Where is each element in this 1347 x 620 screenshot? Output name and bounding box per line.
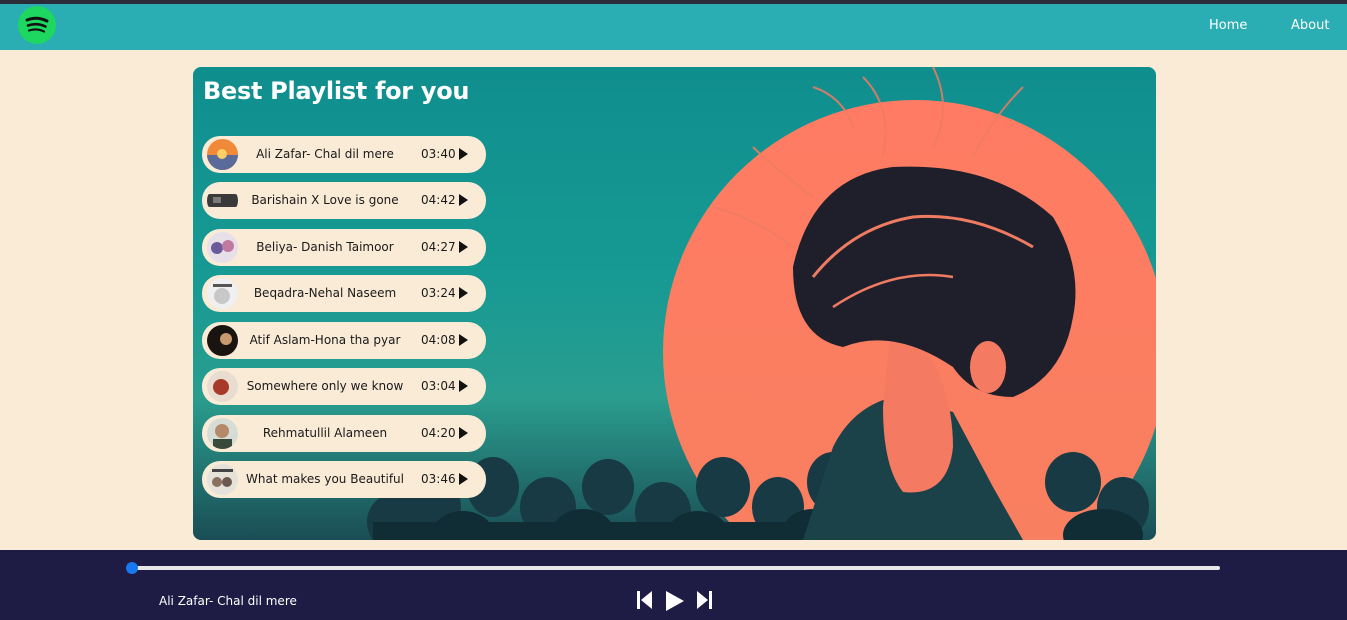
- play-icon[interactable]: [459, 380, 468, 392]
- song-title: Atif Aslam-Hona tha pyar: [249, 333, 401, 347]
- spotify-logo-icon[interactable]: [18, 6, 56, 44]
- progress-knob[interactable]: [126, 562, 138, 574]
- song-title: What makes you Beautiful: [246, 472, 404, 486]
- nav-home-link[interactable]: Home: [1209, 18, 1247, 33]
- song-duration: 03:46: [421, 472, 456, 486]
- song-cover: [207, 371, 238, 402]
- song-title: Ali Zafar- Chal dil mere: [256, 147, 394, 161]
- song-duration: 03:24: [421, 286, 456, 300]
- song-cover: [207, 464, 238, 495]
- play-icon[interactable]: [459, 287, 468, 299]
- song-title: Beqadra-Nehal Naseem: [253, 286, 397, 300]
- next-icon[interactable]: [696, 590, 713, 610]
- play-icon[interactable]: [459, 241, 468, 253]
- previous-icon[interactable]: [636, 590, 653, 610]
- song-item[interactable]: Ali Zafar- Chal dil mere 03:40: [202, 136, 486, 173]
- play-icon[interactable]: [459, 194, 468, 206]
- song-duration: 03:04: [421, 379, 456, 393]
- song-cover: [207, 325, 238, 356]
- song-duration: 04:27: [421, 240, 456, 254]
- song-cover: [207, 418, 238, 449]
- song-duration: 03:40: [421, 147, 456, 161]
- song-title: Somewhere only we know: [246, 379, 404, 393]
- song-cover: [207, 278, 238, 309]
- song-item[interactable]: Beliya- Danish Taimoor 04:27: [202, 229, 486, 266]
- song-title: Beliya- Danish Taimoor: [256, 240, 394, 254]
- song-duration: 04:20: [421, 426, 456, 440]
- song-duration: 04:42: [421, 193, 456, 207]
- nav-about-link[interactable]: About: [1291, 18, 1329, 33]
- song-cover: [207, 232, 238, 263]
- player-bar: Ali Zafar- Chal dil mere: [0, 550, 1347, 620]
- playlist-container: Best Playlist for you Ali Zafar- Chal di…: [193, 67, 1156, 540]
- song-item[interactable]: Somewhere only we know 03:04: [202, 368, 486, 405]
- song-cover: [207, 139, 238, 170]
- song-title: Rehmatullil Alameen: [262, 426, 388, 440]
- progress-slider[interactable]: [126, 562, 1220, 574]
- song-item[interactable]: Beqadra-Nehal Naseem 03:24: [202, 275, 486, 312]
- song-title: Barishain X Love is gone: [251, 193, 399, 207]
- play-icon[interactable]: [459, 334, 468, 346]
- play-icon[interactable]: [459, 148, 468, 160]
- play-icon[interactable]: [459, 473, 468, 485]
- play-icon[interactable]: [459, 427, 468, 439]
- now-playing-title: Ali Zafar- Chal dil mere: [159, 594, 297, 608]
- song-item[interactable]: Atif Aslam-Hona tha pyar 04:08: [202, 322, 486, 359]
- song-item[interactable]: What makes you Beautiful 03:46: [202, 461, 486, 498]
- play-icon[interactable]: [665, 590, 685, 612]
- playlist-heading: Best Playlist for you: [203, 77, 470, 105]
- song-duration: 04:08: [421, 333, 456, 347]
- song-item[interactable]: Barishain X Love is gone 04:42: [202, 182, 486, 219]
- song-cover: [207, 185, 238, 216]
- navbar: Home About: [0, 4, 1347, 50]
- song-item[interactable]: Rehmatullil Alameen 04:20: [202, 415, 486, 452]
